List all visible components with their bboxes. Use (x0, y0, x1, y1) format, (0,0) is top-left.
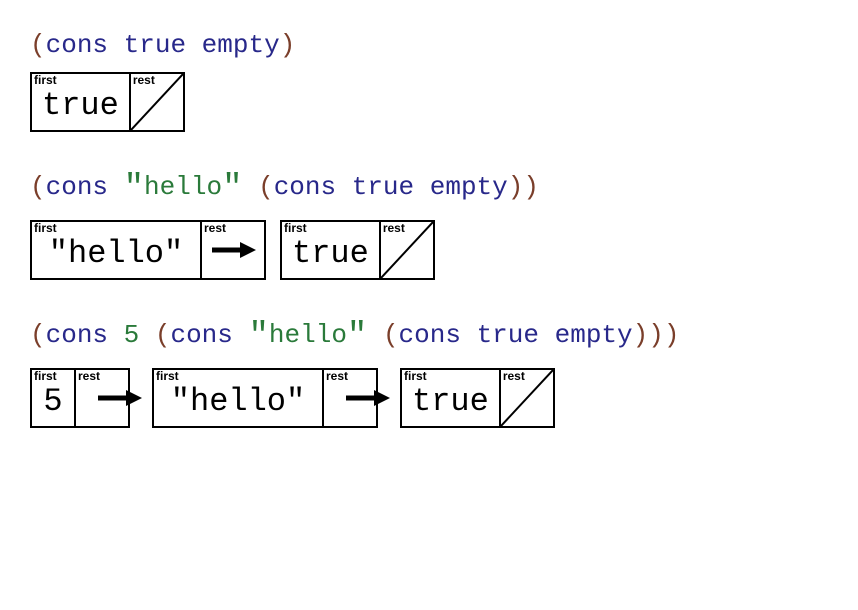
ident-true: true (124, 30, 186, 60)
example-2: (cons "hello" (cons true empty)) first "… (30, 170, 828, 280)
first-label: first (34, 74, 57, 86)
first-label: first (284, 222, 307, 234)
cons-cell: first true rest (280, 220, 435, 280)
paren-close: ) (523, 172, 539, 202)
quote-open: " (249, 318, 269, 356)
ident-cons: cons (46, 320, 108, 350)
arrow-icon (210, 240, 256, 260)
ident-cons: cons (46, 30, 108, 60)
paren-open: ( (155, 320, 171, 350)
code-line: (cons 5 (cons "hello" (cons true empty))… (30, 318, 828, 356)
empty-slash-icon (131, 74, 183, 130)
first-label: first (34, 370, 57, 382)
first-box: first "hello" (154, 370, 324, 426)
first-box: first "hello" (32, 222, 202, 278)
rest-label: rest (326, 370, 348, 382)
number-five: 5 (124, 320, 140, 350)
quote-open: " (124, 170, 144, 208)
first-label: first (156, 370, 179, 382)
ident-true: true (477, 320, 539, 350)
empty-slash-icon (381, 222, 433, 278)
example-1: (cons true empty) first true rest (30, 30, 828, 132)
quote-close: " (222, 170, 242, 208)
first-value: true (412, 383, 489, 420)
string-hello: hello (144, 172, 222, 202)
paren-open: ( (383, 320, 399, 350)
first-value: "hello" (49, 235, 183, 272)
cons-cell: first true rest (30, 72, 185, 132)
ident-cons: cons (170, 320, 232, 350)
paren-open: ( (30, 172, 46, 202)
ident-true: true (352, 172, 414, 202)
cons-cell: first "hello" rest (152, 368, 378, 428)
first-box: first 5 (32, 370, 76, 426)
first-label: first (404, 370, 427, 382)
rest-box-empty: rest (131, 74, 183, 130)
rest-label: rest (78, 370, 100, 382)
paren-close: ) (648, 320, 664, 350)
cons-cell: first true rest (400, 368, 555, 428)
ident-cons: cons (399, 320, 461, 350)
first-value: true (292, 235, 369, 272)
first-label: first (34, 222, 57, 234)
ident-cons: cons (46, 172, 108, 202)
first-value: "hello" (171, 383, 305, 420)
quote-close: " (347, 318, 367, 356)
paren-close: ) (280, 30, 296, 60)
first-value: 5 (43, 383, 62, 420)
string-hello: hello (269, 320, 347, 350)
paren-close: ) (633, 320, 649, 350)
rest-label: rest (204, 222, 226, 234)
cons-cell: first 5 rest (30, 368, 130, 428)
cell-row: first "hello" rest first true rest (30, 220, 828, 280)
first-box: first true (32, 74, 131, 130)
paren-open: ( (30, 30, 46, 60)
code-line: (cons true empty) (30, 30, 828, 60)
paren-close: ) (664, 320, 680, 350)
first-box: first true (402, 370, 501, 426)
empty-slash-icon (501, 370, 553, 426)
paren-open: ( (258, 172, 274, 202)
ident-empty: empty (555, 320, 633, 350)
rest-box-empty: rest (501, 370, 553, 426)
example-3: (cons 5 (cons "hello" (cons true empty))… (30, 318, 828, 428)
ident-empty: empty (430, 172, 508, 202)
cell-row: first 5 rest first "hello" rest first (30, 368, 828, 428)
first-box: first true (282, 222, 381, 278)
cons-cell: first "hello" rest (30, 220, 266, 280)
ident-cons: cons (274, 172, 336, 202)
ident-empty: empty (202, 30, 280, 60)
cell-row: first true rest (30, 72, 828, 132)
paren-open: ( (30, 320, 46, 350)
rest-box-arrow: rest (202, 222, 264, 278)
rest-box-arrow: rest (76, 370, 128, 426)
rest-box-empty: rest (381, 222, 433, 278)
code-line: (cons "hello" (cons true empty)) (30, 170, 828, 208)
first-value: true (42, 87, 119, 124)
rest-box-arrow: rest (324, 370, 376, 426)
paren-close: ) (508, 172, 524, 202)
